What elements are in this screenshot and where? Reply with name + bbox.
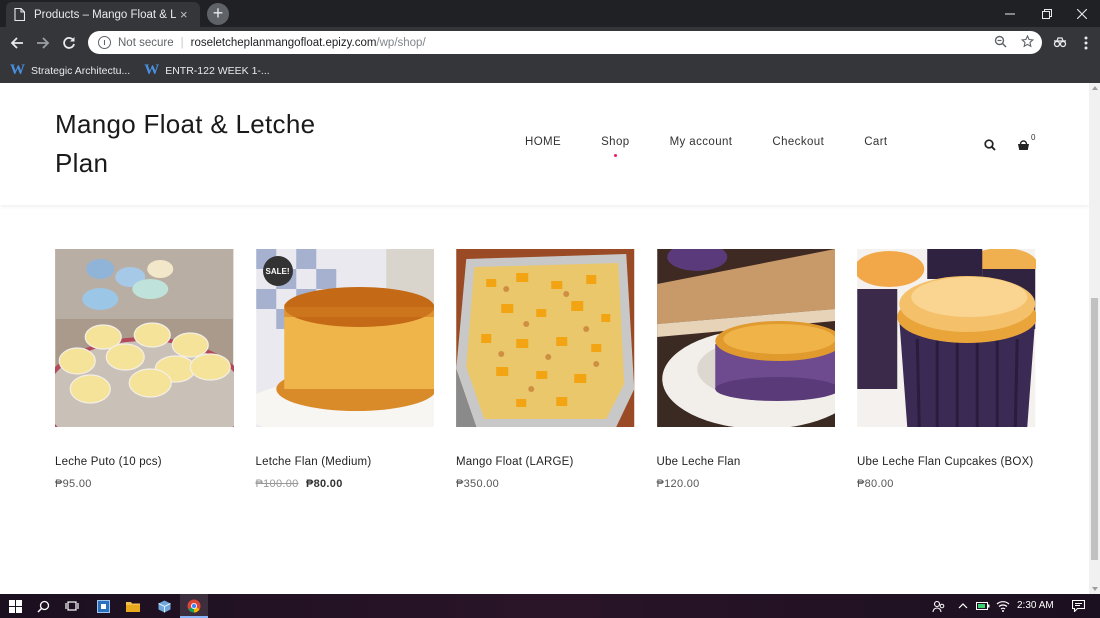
word-icon: W [144,62,160,78]
current-price: ₱80.00 [857,478,894,490]
info-icon[interactable] [98,36,111,49]
reload-icon[interactable] [58,32,80,54]
battery-icon[interactable] [975,598,991,614]
search-icon[interactable] [984,138,996,156]
site-title[interactable]: Mango Float & Letche Plan [55,105,375,183]
task-view-icon[interactable] [64,598,80,614]
nav-item-cart[interactable]: Cart [844,136,907,148]
main-navigation: HOME Shop My account Checkout Cart [505,136,908,157]
product-image-ube-cupcakes[interactable] [857,249,1036,427]
product-card[interactable]: Mango Float (LARGE) ₱350.00 [456,249,635,490]
url-host: roseletcheplanmangofloat.epizy.com [190,36,377,49]
address-bar[interactable]: Not secure | roseletcheplanmangofloat.ep… [88,31,1042,54]
windows-start-icon[interactable] [7,598,23,614]
sale-price: ₱80.00 [305,478,343,490]
url-path: /wp/shop/ [376,36,426,49]
close-window-icon[interactable] [1064,0,1100,27]
back-arrow-icon[interactable] [6,32,28,54]
not-secure-label: Not secure [118,36,174,49]
browser-toolbar: Not secure | roseletcheplanmangofloat.ep… [0,27,1100,58]
current-price: ₱350.00 [456,478,500,490]
product-card[interactable]: SALE! Letche Flan (Medium) ₱100.00 ₱80.0… [255,249,435,490]
original-price: ₱100.00 [255,478,299,490]
page-viewport: Mango Float & Letche Plan HOME Shop My a… [0,83,1089,594]
current-price: ₱120.00 [656,478,700,490]
product-card[interactable]: Leche Puto (10 pcs) ₱95.00 [55,249,234,490]
bookmark-star-icon[interactable] [1020,34,1035,51]
system-clock[interactable]: 2:30 AM [1017,600,1054,611]
browser-tab-bar: Products – Mango Float & Letche Plan × + [0,0,1100,27]
bookmarks-bar: W Strategic Architectu... W ENTR-122 WEE… [0,58,1100,83]
bookmark-label: Strategic Architectu... [31,64,131,77]
product-price: ₱95.00 [55,478,234,490]
product-price: ₱100.00 ₱80.00 [256,478,435,490]
product-image-ube-leche-flan[interactable] [656,249,836,427]
network-icon[interactable] [995,598,1011,614]
people-icon[interactable] [930,598,946,614]
extension-icon[interactable] [1049,32,1071,54]
restore-icon[interactable] [1029,0,1065,27]
product-name[interactable]: Mango Float (LARGE) [456,455,635,469]
chrome-icon[interactable] [186,598,202,614]
chevron-up-icon[interactable] [955,598,971,614]
forward-arrow-icon[interactable] [32,32,54,54]
cube-app-icon[interactable] [156,598,172,614]
address-separator: | [180,36,184,49]
product-name[interactable]: Ube Leche Flan [657,455,836,469]
bookmark-item[interactable]: W ENTR-122 WEEK 1-... [144,62,269,79]
product-image-leche-puto[interactable] [55,249,234,427]
tab-title: Products – Mango Float & Letche Plan [34,8,176,21]
product-name[interactable]: Ube Leche Flan Cupcakes (BOX) [857,455,1036,469]
nav-item-shop[interactable]: Shop [581,136,649,157]
page-scrollbar[interactable] [1089,83,1100,594]
product-price: ₱350.00 [456,478,635,490]
new-tab-button[interactable]: + [207,3,229,25]
product-card[interactable]: Ube Leche Flan ₱120.00 [656,249,836,490]
cart-icon[interactable] [1017,138,1030,156]
product-card[interactable]: Ube Leche Flan Cupcakes (BOX) ₱80.00 [857,249,1036,490]
product-grid: Leche Puto (10 pcs) ₱95.00 SALE! Letche … [55,249,1036,490]
product-price: ₱80.00 [857,478,1036,490]
nav-item-my-account[interactable]: My account [650,136,753,148]
zoom-icon[interactable] [994,35,1007,51]
bookmark-item[interactable]: W Strategic Architectu... [10,62,130,79]
product-price: ₱120.00 [657,478,836,490]
tab-close-icon[interactable]: × [180,8,188,21]
cart-count-badge: 0 [1031,133,1036,142]
minimize-icon[interactable] [992,0,1028,27]
nav-item-home[interactable]: HOME [505,136,581,148]
store-app-icon[interactable] [95,598,111,614]
windows-taskbar: 2:30 AM [0,594,1100,618]
notifications-icon[interactable] [1070,598,1086,614]
word-icon: W [10,62,25,78]
current-price: ₱95.00 [55,478,92,490]
file-explorer-icon[interactable] [125,598,141,614]
page-icon [14,7,26,22]
scrollbar-thumb[interactable] [1091,298,1098,560]
bookmark-label: ENTR-122 WEEK 1-... [165,64,270,77]
product-image-mango-float[interactable] [456,249,635,427]
sale-badge: SALE! [262,256,293,286]
menu-dots-icon[interactable] [1075,32,1097,54]
product-name[interactable]: Leche Puto (10 pcs) [55,455,234,469]
search-icon[interactable] [35,598,51,614]
browser-tab-active[interactable]: Products – Mango Float & Letche Plan × [6,2,200,27]
scroll-down-arrow-icon[interactable] [1092,587,1098,591]
scroll-up-arrow-icon[interactable] [1092,86,1098,90]
site-header: Mango Float & Letche Plan HOME Shop My a… [0,83,1089,205]
product-name[interactable]: Letche Flan (Medium) [256,455,435,469]
nav-item-checkout[interactable]: Checkout [752,136,844,148]
